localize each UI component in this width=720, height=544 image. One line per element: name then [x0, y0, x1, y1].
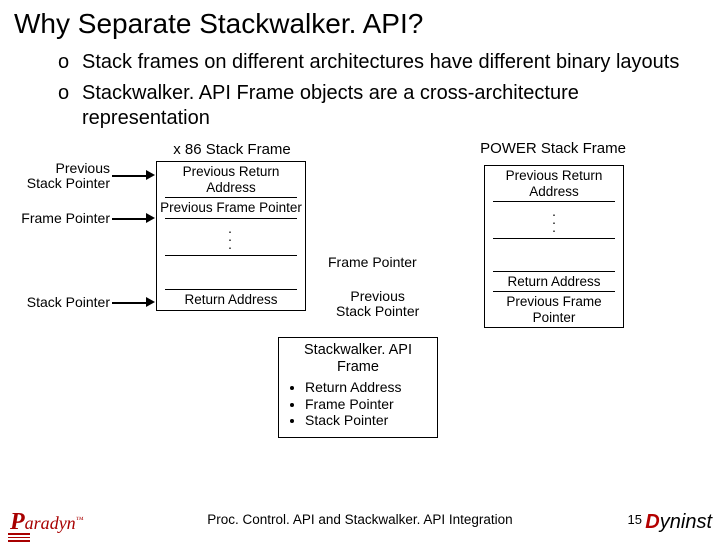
paradyn-lines-icon: [8, 533, 30, 544]
bullet-text: Stackwalker. API Frame objects are a cro…: [82, 81, 680, 131]
bullet-marker: o: [58, 81, 82, 131]
bullet-marker: o: [58, 50, 82, 75]
swapi-item: Stack Pointer: [305, 412, 429, 429]
power-cell: Previous Frame Pointer: [485, 292, 623, 327]
label-fp-mid: Frame Pointer: [328, 255, 417, 270]
arrow-head-icon: [146, 170, 155, 180]
power-cell: Previous Return Address: [485, 166, 623, 201]
power-dots: ...: [485, 202, 623, 238]
paradyn-logo: Paradyn™: [10, 509, 84, 536]
swapi-heading: Stackwalker. API Frame: [287, 342, 429, 377]
arrow-line: [112, 175, 148, 177]
x86-cell: Return Address: [157, 290, 305, 310]
power-heading: POWER Stack Frame: [478, 141, 628, 157]
label-fp: Frame Pointer: [10, 211, 110, 226]
dyninst-logo: Dyninst: [645, 511, 712, 534]
arrow-head-icon: [146, 213, 155, 223]
bullet-item: o Stackwalker. API Frame objects are a c…: [58, 81, 680, 131]
x86-cell: Previous Frame Pointer: [157, 198, 305, 218]
page-number: 15: [628, 512, 642, 527]
bullet-text: Stack frames on different architectures …: [82, 50, 679, 75]
x86-dots: ...: [157, 219, 305, 255]
diagram-area: Previous Stack Pointer Frame Pointer Sta…: [10, 147, 710, 427]
swapi-item: Return Address: [305, 379, 429, 396]
page-title: Why Separate Stackwalker. API?: [0, 0, 720, 44]
arrow-line: [112, 218, 148, 220]
label-prev-sp-mid: Previous Stack Pointer: [336, 289, 419, 320]
label-prev-sp: Previous Stack Pointer: [20, 161, 110, 192]
x86-cell: Previous Return Address: [157, 162, 305, 197]
arrow-head-icon: [146, 297, 155, 307]
label-sp: Stack Pointer: [10, 295, 110, 310]
power-cell: Return Address: [485, 272, 623, 292]
stackwalker-api-frame-box: Stackwalker. API Frame Return Address Fr…: [278, 337, 438, 438]
swapi-item: Frame Pointer: [305, 396, 429, 413]
footer: Proc. Control. API and Stackwalker. API …: [0, 506, 720, 536]
power-stack-frame-box: Previous Return Address ... Return Addre…: [484, 165, 624, 328]
bullet-list: o Stack frames on different architecture…: [0, 44, 720, 147]
x86-stack-frame-box: Previous Return Address Previous Frame P…: [156, 161, 306, 311]
arrow-line: [112, 302, 148, 304]
bullet-item: o Stack frames on different architecture…: [58, 50, 680, 75]
footer-text: Proc. Control. API and Stackwalker. API …: [0, 512, 720, 527]
x86-heading: x 86 Stack Frame: [142, 141, 322, 158]
